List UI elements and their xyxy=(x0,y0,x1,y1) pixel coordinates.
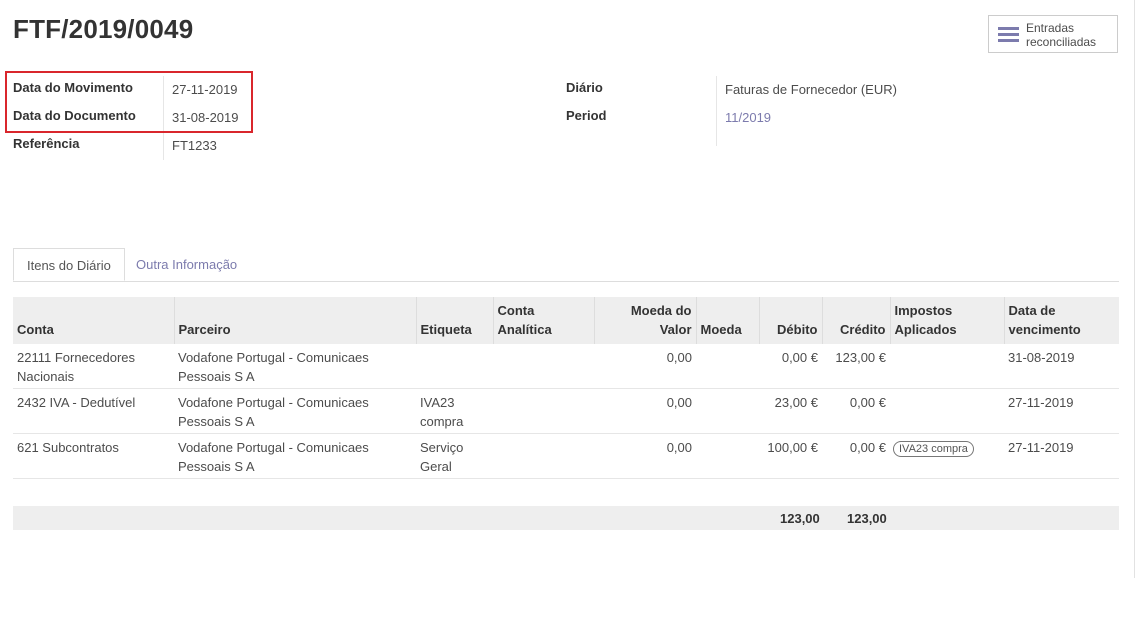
tab-journal-items[interactable]: Itens do Diário xyxy=(13,248,125,281)
page-title: FTF/2019/0049 xyxy=(13,14,194,44)
tax-tag-badge: IVA23 compra xyxy=(893,441,974,457)
journal-label: Diário xyxy=(566,80,603,95)
table-row[interactable]: 22111 Fornecedores Nacionais Vodafone Por… xyxy=(13,344,1119,389)
journal-value[interactable]: Faturas de Fornecedor (EUR) xyxy=(725,82,897,97)
journal-items-table: Conta Parceiro Etiqueta Conta Analítica M… xyxy=(13,297,1119,479)
col-due-date[interactable]: Data de vencimento xyxy=(1003,297,1119,344)
col-currency[interactable]: Moeda xyxy=(695,297,759,344)
col-amount-currency[interactable]: Moeda do Valor xyxy=(593,297,696,344)
col-account[interactable]: Conta xyxy=(13,297,174,344)
col-partner[interactable]: Parceiro xyxy=(173,297,416,344)
reconciled-entries-label: Entradas reconciliadas xyxy=(1026,21,1097,49)
notebook-tabs: Itens do Diário Outra Informação xyxy=(13,248,1119,282)
table-header: Conta Parceiro Etiqueta Conta Analítica M… xyxy=(13,297,1119,344)
col-label[interactable]: Etiqueta xyxy=(415,297,493,344)
col-analytic-account[interactable]: Conta Analítica xyxy=(492,297,594,344)
reconciled-entries-button[interactable]: Entradas reconciliadas xyxy=(988,15,1118,53)
form-right-border xyxy=(1134,0,1135,578)
period-link[interactable]: 11/2019 xyxy=(725,110,771,125)
col-taxes[interactable]: Impostos Aplicados xyxy=(889,297,1004,344)
totals-row: 123,00 123,00 xyxy=(13,506,1119,530)
reference-label: Referência xyxy=(13,136,80,151)
table-row[interactable]: 621 Subcontratos Vodafone Portugal - Com… xyxy=(13,433,1119,479)
highlight-box xyxy=(5,71,253,133)
right-field-separator xyxy=(716,76,717,146)
tab-other-info[interactable]: Outra Informação xyxy=(123,248,250,281)
table-row[interactable]: 2432 IVA - Dedutível Vodafone Portugal -… xyxy=(13,388,1119,434)
reference-value[interactable]: FT1233 xyxy=(172,138,217,153)
total-debit: 123,00 xyxy=(780,511,820,526)
period-label: Period xyxy=(566,108,607,123)
col-debit[interactable]: Débito xyxy=(758,297,822,344)
total-credit: 123,00 xyxy=(847,511,887,526)
col-credit[interactable]: Crédito xyxy=(821,297,890,344)
bars-icon xyxy=(998,27,1019,43)
